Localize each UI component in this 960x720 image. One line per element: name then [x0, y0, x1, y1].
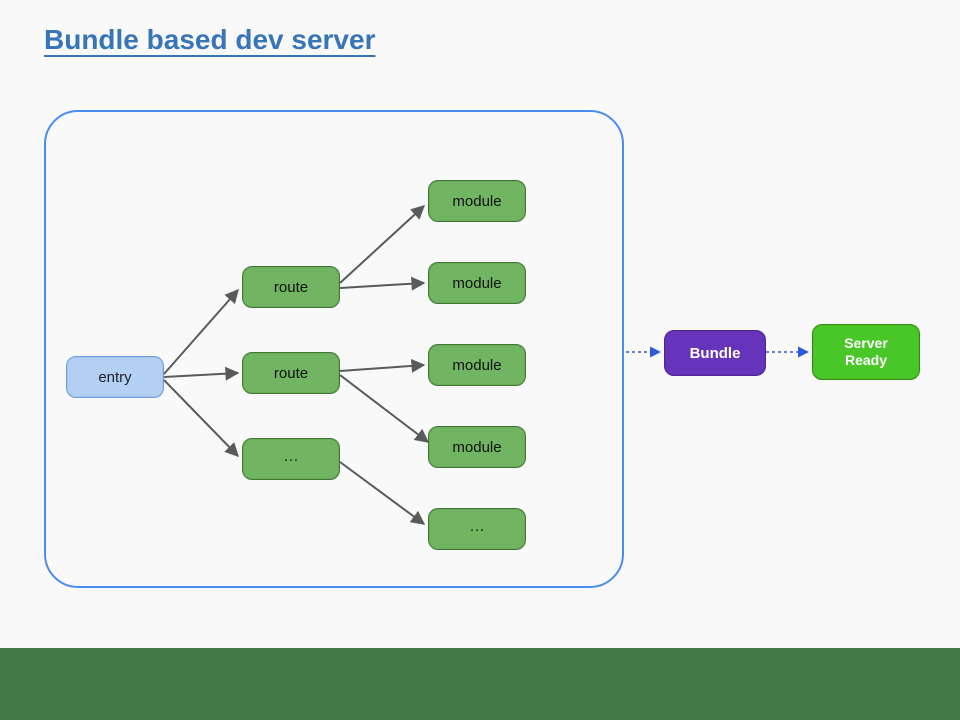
node-entry: entry: [66, 356, 164, 398]
node-module-2: module: [428, 262, 526, 304]
bundle-frame: [44, 110, 624, 588]
node-bundle: Bundle: [664, 330, 766, 376]
node-route-ellipsis: ···: [242, 438, 340, 480]
node-module-3: module: [428, 344, 526, 386]
node-module-4: module: [428, 426, 526, 468]
footer-band: [0, 648, 960, 720]
node-route-2: route: [242, 352, 340, 394]
diagram-title: Bundle based dev server: [44, 24, 375, 56]
node-module-1: module: [428, 180, 526, 222]
node-server-ready: Server Ready: [812, 324, 920, 380]
node-module-ellipsis: ···: [428, 508, 526, 550]
node-route-1: route: [242, 266, 340, 308]
